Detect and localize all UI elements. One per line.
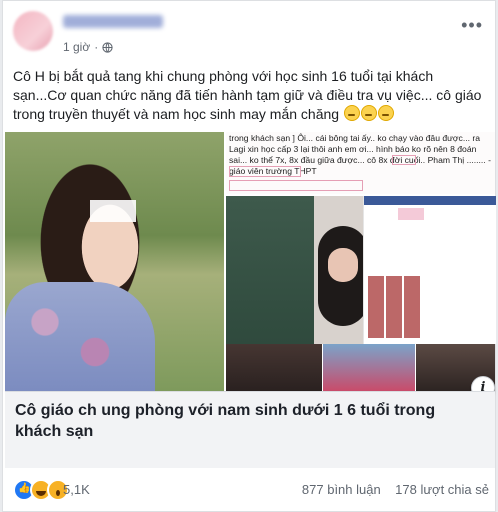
censor-bar bbox=[392, 155, 416, 165]
photo-blackboard bbox=[226, 196, 314, 344]
post-time[interactable]: 1 giờ bbox=[63, 40, 90, 54]
post-stats: 877 bình luận 178 lượt chia sẻ bbox=[302, 482, 489, 497]
post-body: Cô H bị bắt quả tang khi chung phòng với… bbox=[13, 68, 482, 122]
censor-bar bbox=[229, 166, 301, 177]
fb-photo-grid bbox=[368, 276, 422, 338]
censor-bar bbox=[229, 180, 363, 191]
comment-count[interactable]: 877 bình luận bbox=[302, 482, 381, 497]
fb-profile-blur bbox=[398, 208, 424, 220]
avatar[interactable] bbox=[13, 11, 53, 51]
link-title[interactable]: Cô giáo ch ung phòng với nam sinh dưới 1… bbox=[15, 400, 485, 442]
screenshot-text-panel: trong khách sạn ] Ôi... cái bông tai ấy.… bbox=[226, 132, 495, 194]
share-count[interactable]: 178 lượt chia sẻ bbox=[395, 482, 489, 497]
link-preview[interactable]: Cô giáo ch ung phòng với nam sinh dưới 1… bbox=[5, 391, 495, 468]
ao-dai-dress bbox=[5, 282, 155, 391]
post-footer: 5,1K 877 bình luận 178 lượt chia sẻ bbox=[13, 477, 489, 501]
emoji-icon bbox=[360, 105, 377, 121]
post-header: 1 giờ · ••• bbox=[13, 9, 483, 54]
photo-strip-1 bbox=[226, 344, 322, 391]
photo-strip-2 bbox=[323, 344, 415, 391]
reaction-count[interactable]: 5,1K bbox=[63, 482, 90, 497]
globe-icon[interactable] bbox=[102, 41, 113, 53]
post-meta: 1 giờ · bbox=[63, 40, 113, 54]
face-blur bbox=[90, 200, 136, 222]
more-icon[interactable]: ••• bbox=[461, 15, 483, 36]
post-media[interactable]: trong khách sạn ] Ôi... cái bông tai ấy.… bbox=[5, 132, 496, 400]
emoji-icon bbox=[343, 105, 360, 121]
post-text: Cô H bị bắt quả tang khi chung phòng với… bbox=[13, 67, 489, 124]
emoji-icon bbox=[377, 105, 394, 121]
photo-woman[interactable] bbox=[5, 132, 224, 391]
author-name[interactable] bbox=[63, 15, 163, 28]
reaction-icons[interactable] bbox=[13, 479, 69, 501]
fb-topbar bbox=[364, 196, 496, 205]
post-card: 1 giờ · ••• Cô H bị bắt quả tang khi chu… bbox=[2, 0, 496, 512]
facebook-screenshot bbox=[363, 196, 496, 344]
